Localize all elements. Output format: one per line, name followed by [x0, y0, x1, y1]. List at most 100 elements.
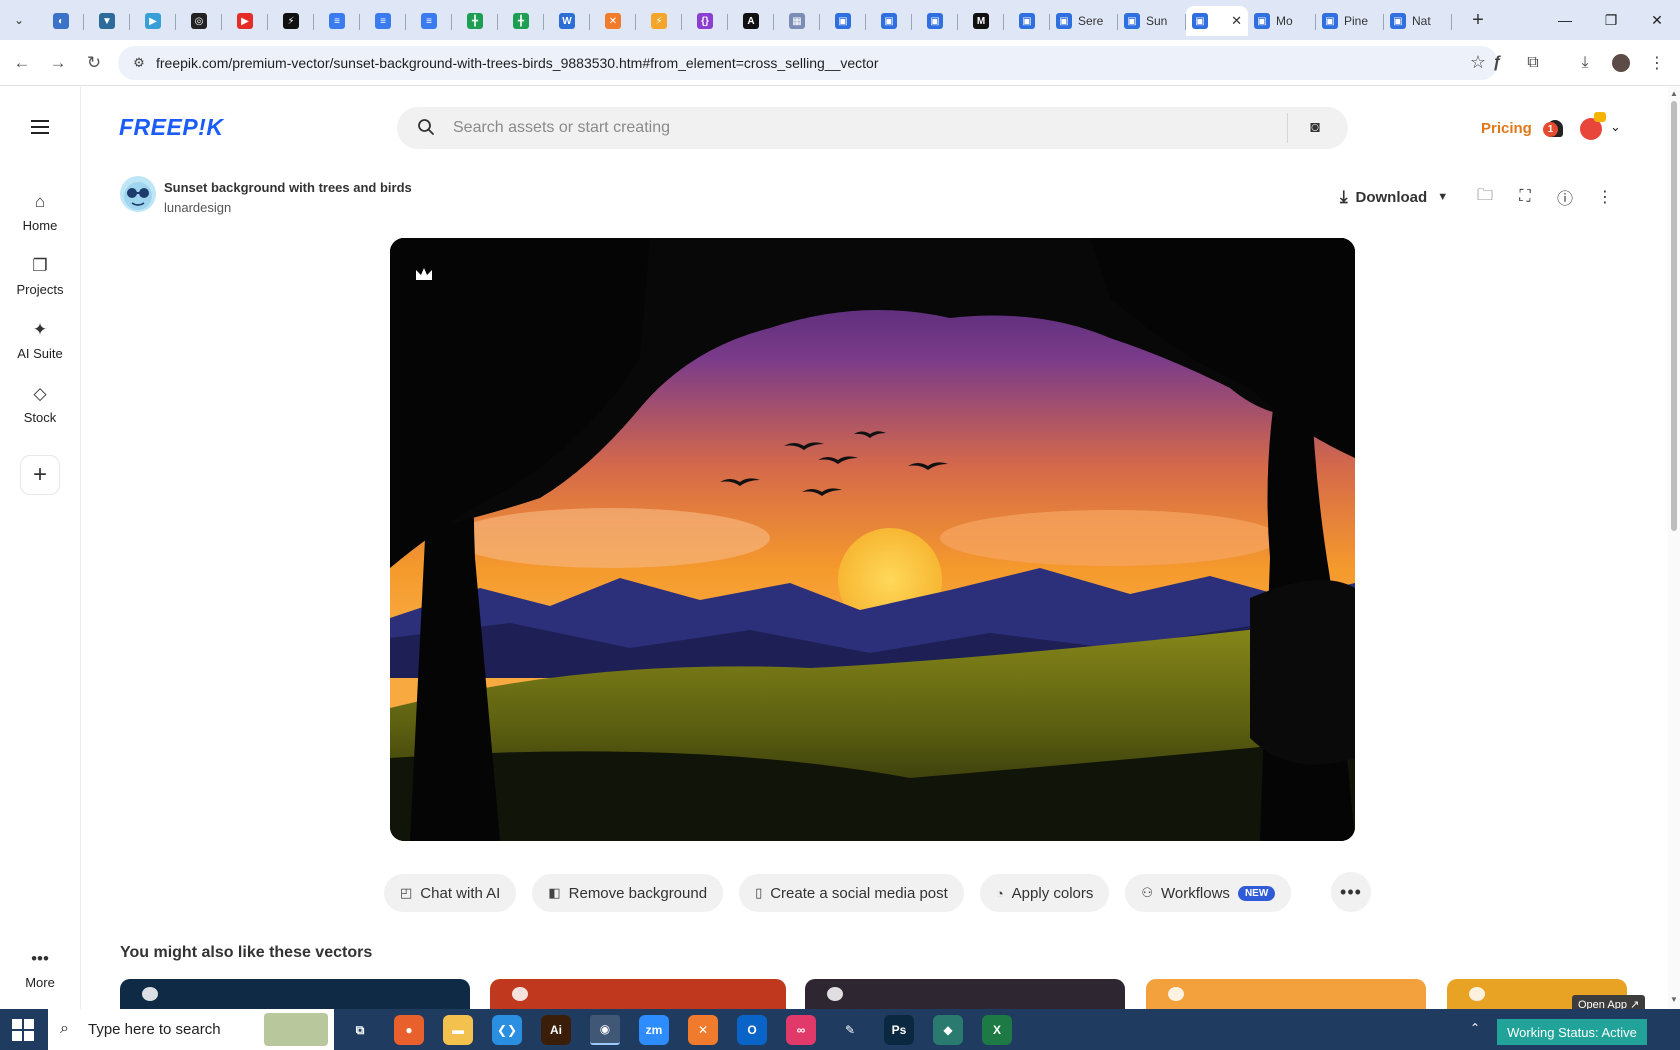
- apply-colors-button[interactable]: ◔ Apply colors: [979, 874, 1110, 912]
- author-name[interactable]: lunardesign: [164, 200, 231, 215]
- tab[interactable]: ◎: [176, 6, 222, 36]
- tab[interactable]: ▣: [1004, 6, 1050, 36]
- sidebar-item-projects[interactable]: ❐ Projects: [0, 256, 80, 312]
- address-bar[interactable]: ⚙ freepik.com/premium-vector/sunset-back…: [118, 46, 1498, 80]
- tab[interactable]: ⚡: [268, 6, 314, 36]
- xampp-icon[interactable]: ✕: [688, 1015, 718, 1045]
- tab[interactable]: ◐: [38, 6, 84, 36]
- camera-search-icon[interactable]: ◙: [1304, 118, 1326, 138]
- sidebar-item-home[interactable]: ⌂ Home: [0, 192, 80, 248]
- site-info-icon[interactable]: ⚙: [130, 54, 148, 72]
- more-actions-button[interactable]: •••: [1331, 872, 1371, 912]
- profile-avatar-icon[interactable]: [1608, 50, 1634, 76]
- restore-icon[interactable]: ❐: [1596, 8, 1626, 32]
- tab[interactable]: ▣: [912, 6, 958, 36]
- url-text[interactable]: freepik.com/premium-vector/sunset-backgr…: [156, 55, 879, 71]
- tab[interactable]: ▶: [222, 6, 268, 36]
- tab[interactable]: A: [728, 6, 774, 36]
- related-vector-card[interactable]: [805, 979, 1125, 1009]
- scroll-up-arrow-icon[interactable]: ▲: [1670, 89, 1678, 98]
- sidebar-item-ai-suite[interactable]: ✦ AI Suite: [0, 320, 80, 376]
- downloads-icon[interactable]: ⤓: [1572, 50, 1598, 76]
- tab-active[interactable]: ▣ ✕: [1186, 6, 1248, 36]
- tab[interactable]: ╋: [498, 6, 544, 36]
- creative-cloud-icon[interactable]: ∞: [786, 1015, 816, 1045]
- tray-overflow-icon[interactable]: ⌃: [1470, 1021, 1480, 1035]
- related-vector-card[interactable]: [1146, 979, 1426, 1009]
- taskbar-search-box[interactable]: ⌕ Type here to search: [48, 1009, 334, 1050]
- file-explorer-icon[interactable]: ▬: [443, 1015, 473, 1045]
- tab[interactable]: ≡: [360, 6, 406, 36]
- pen-icon[interactable]: ✎: [835, 1015, 865, 1045]
- pricing-link[interactable]: Pricing: [1481, 120, 1532, 137]
- more-options-icon[interactable]: ⋮: [1593, 185, 1617, 209]
- create-a-social-media-post-button[interactable]: ▯ Create a social media post: [739, 874, 964, 912]
- forward-arrow-icon[interactable]: →: [45, 50, 71, 76]
- edit-image-icon[interactable]: ⛶: [1513, 185, 1537, 209]
- tab[interactable]: ▶: [130, 6, 176, 36]
- tab[interactable]: ▣ Mo: [1248, 6, 1316, 36]
- account-menu-button[interactable]: ⌄: [1580, 112, 1628, 142]
- scroll-thumb[interactable]: [1671, 101, 1677, 531]
- tab[interactable]: M: [958, 6, 1004, 36]
- reload-icon[interactable]: ↻: [81, 50, 107, 76]
- back-arrow-icon[interactable]: ←: [9, 50, 35, 76]
- tab[interactable]: ▣: [820, 6, 866, 36]
- tab[interactable]: ▼: [84, 6, 130, 36]
- tab[interactable]: {}: [682, 6, 728, 36]
- browser-tab-strip: ⌄ ◐ ▼ ▶ ◎ ▶ ⚡ ≡ ≡ ≡ ╋ ╋ W ✕ ⚡{} A ▦ ▣ ▣ ▣ M ▣ ▣ Sere ▣ Sun ▣ ✕ ▣ Mo ▣…: [0, 0, 1680, 40]
- related-vector-card[interactable]: [490, 979, 786, 1009]
- minimize-icon[interactable]: —: [1550, 8, 1580, 32]
- add-to-folder-icon[interactable]: 🗀: [1473, 185, 1497, 209]
- sidebar-item-more[interactable]: ••• More: [0, 949, 80, 1005]
- illustrator-icon[interactable]: Ai: [541, 1015, 571, 1045]
- tab[interactable]: ▦: [774, 6, 820, 36]
- tab[interactable]: ╋: [452, 6, 498, 36]
- extension-f-icon[interactable]: ƒ: [1484, 50, 1510, 76]
- outlook-icon[interactable]: O: [737, 1015, 767, 1045]
- tab[interactable]: W: [544, 6, 590, 36]
- close-tab-icon[interactable]: ✕: [1231, 13, 1242, 29]
- download-button[interactable]: ⤓ Download ▼: [1340, 184, 1448, 210]
- add-button[interactable]: +: [20, 455, 60, 495]
- author-avatar[interactable]: [120, 176, 156, 212]
- a-icon: A: [743, 13, 759, 29]
- excel-icon[interactable]: X: [982, 1015, 1012, 1045]
- firefox-icon[interactable]: ●: [394, 1015, 424, 1045]
- tab[interactable]: ≡: [406, 6, 452, 36]
- zoom-icon[interactable]: zm: [639, 1015, 669, 1045]
- chrome-menu-icon[interactable]: ⋮: [1644, 50, 1670, 76]
- related-vector-card[interactable]: [120, 979, 470, 1009]
- page-scrollbar[interactable]: ▲ ▼: [1668, 87, 1680, 1009]
- tab[interactable]: ▣ Sun: [1118, 6, 1186, 36]
- vscode-icon[interactable]: ❮❯: [492, 1015, 522, 1045]
- chrome-icon[interactable]: ◉: [590, 1015, 620, 1045]
- tab[interactable]: ✕: [590, 6, 636, 36]
- photoshop-icon[interactable]: Ps: [884, 1015, 914, 1045]
- search-input[interactable]: [453, 115, 1253, 141]
- remove-background-button[interactable]: ◧ Remove background: [532, 874, 724, 912]
- working-status-badge[interactable]: Working Status: Active: [1497, 1019, 1647, 1045]
- scroll-down-arrow-icon[interactable]: ▼: [1670, 995, 1678, 1004]
- new-tab-button[interactable]: +: [1466, 8, 1490, 32]
- tab[interactable]: ≡: [314, 6, 360, 36]
- close-window-icon[interactable]: ✕: [1642, 8, 1672, 32]
- tab[interactable]: ⚡: [636, 6, 682, 36]
- hamburger-menu-icon[interactable]: [28, 117, 52, 137]
- workflows-button[interactable]: ⚇ Workflows NEW: [1125, 874, 1292, 912]
- chat-with-ai-button[interactable]: ◰ Chat with AI: [384, 874, 517, 912]
- freepik-logo[interactable]: FREEP!K: [119, 114, 223, 141]
- info-icon[interactable]: ⓘ: [1553, 185, 1577, 209]
- app-icon[interactable]: ◆: [933, 1015, 963, 1045]
- sidebar-item-stock[interactable]: ◇ Stock: [0, 384, 80, 440]
- task-view-icon[interactable]: ⧉: [345, 1015, 375, 1045]
- extensions-puzzle-icon[interactable]: ⧉: [1520, 50, 1546, 76]
- windows-start-icon[interactable]: [12, 1019, 34, 1041]
- tab-search-chevron-icon[interactable]: ⌄: [7, 8, 31, 32]
- tab[interactable]: ▣ Sere: [1050, 6, 1118, 36]
- tab[interactable]: ▣: [866, 6, 912, 36]
- tab[interactable]: ▣ Nat: [1384, 6, 1452, 36]
- preview-image[interactable]: [390, 238, 1355, 841]
- notifications-button[interactable]: 1: [1543, 118, 1565, 140]
- tab[interactable]: ▣ Pine: [1316, 6, 1384, 36]
